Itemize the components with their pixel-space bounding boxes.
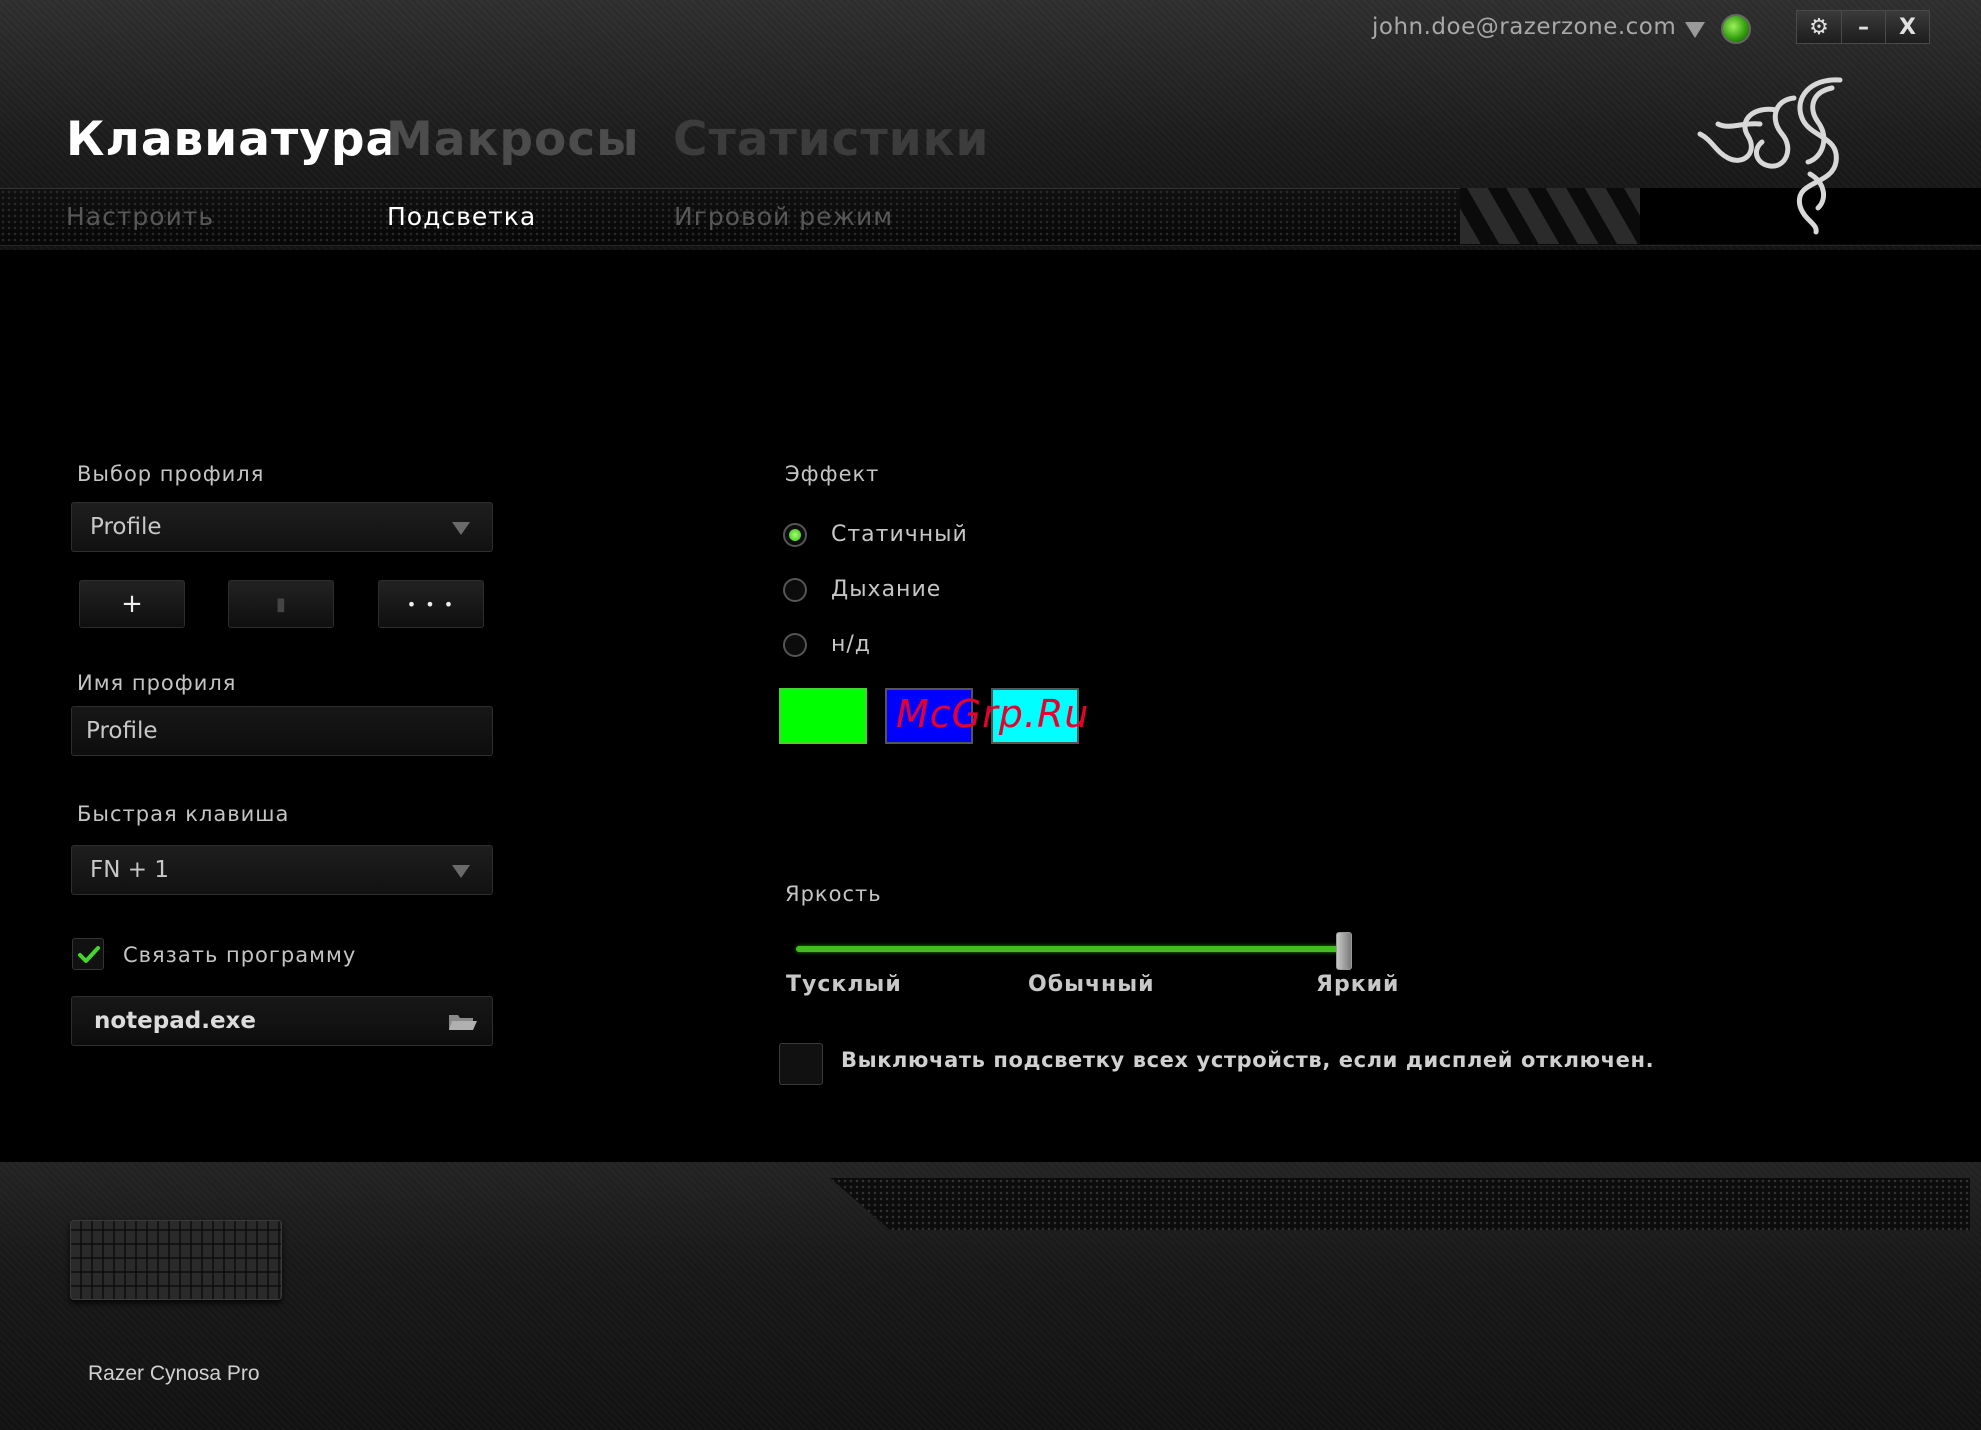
radio-icon[interactable] [783, 632, 807, 657]
link-program-label[interactable]: Связать программу [123, 943, 356, 967]
tab-keyboard[interactable]: Клавиатура [66, 112, 398, 167]
effect-option-label: н/д [831, 632, 872, 657]
checkmark-icon [78, 946, 100, 963]
more-options-button[interactable]: • • • [378, 580, 484, 628]
brightness-tick-bright: Яркий [1316, 972, 1400, 997]
effect-label: Эффект [785, 462, 880, 486]
account-dropdown-icon[interactable] [1685, 22, 1705, 38]
chevron-down-icon [452, 522, 470, 535]
display-off-label[interactable]: Выключать подсветку всех устройств, если… [841, 1048, 1654, 1072]
online-status-icon[interactable] [1721, 14, 1751, 44]
subtab-gaming-mode[interactable]: Игровой режим [674, 202, 893, 231]
tab-statistics[interactable]: Статистики [673, 112, 990, 167]
hotkey-select[interactable]: FN + 1 [71, 845, 493, 895]
color-swatch-green[interactable] [779, 688, 867, 744]
radio-selected-icon[interactable] [783, 522, 807, 547]
profile-select-label: Выбор профиля [77, 462, 265, 486]
profile-name-input[interactable]: Profile [71, 706, 493, 756]
subtab-customize[interactable]: Настроить [66, 202, 214, 231]
subtab-lighting[interactable]: Подсветка [387, 202, 536, 231]
keyboard-device-thumbnail[interactable] [70, 1220, 282, 1300]
program-path-input[interactable]: notepad.exe [71, 996, 493, 1046]
tab-macros[interactable]: Макросы [386, 112, 640, 167]
display-off-checkbox[interactable] [779, 1043, 823, 1085]
window-controls: ⚙ – X [1796, 10, 1930, 44]
profile-select[interactable]: Profile [71, 502, 493, 552]
delete-profile-button[interactable]: ▮ [228, 580, 334, 628]
profile-select-value: Profile [90, 514, 162, 540]
brightness-tick-normal: Обычный [1028, 972, 1155, 997]
brightness-slider-track[interactable] [796, 946, 1346, 952]
effect-option-label: Статичный [831, 522, 968, 547]
program-path-value: notepad.exe [94, 1008, 256, 1034]
settings-button[interactable]: ⚙ [1797, 11, 1841, 43]
profile-name-label: Имя профиля [77, 671, 237, 695]
close-button[interactable]: X [1885, 11, 1929, 43]
footer-strip-decoration [830, 1178, 1970, 1230]
minimize-button[interactable]: – [1841, 11, 1885, 43]
header-stripes-decoration [1460, 188, 1660, 244]
brightness-label: Яркость [785, 882, 882, 906]
device-name[interactable]: Razer Cynosa Pro [88, 1362, 260, 1386]
radio-icon[interactable] [783, 577, 807, 602]
effect-option-static[interactable]: Статичный [783, 522, 968, 547]
effect-option-breathing[interactable]: Дыхание [783, 577, 941, 602]
link-program-checkbox[interactable] [72, 938, 104, 970]
chevron-down-icon [452, 865, 470, 878]
hotkey-select-value: FN + 1 [90, 857, 169, 883]
razer-logo-icon [1697, 77, 1843, 235]
add-profile-button[interactable]: + [79, 580, 185, 628]
effect-option-na[interactable]: н/д [783, 632, 871, 657]
folder-icon[interactable] [448, 1012, 478, 1032]
brightness-slider-handle[interactable] [1336, 932, 1352, 970]
watermark-text: McGrp.Ru [896, 692, 1090, 736]
hotkey-label: Быстрая клавиша [77, 802, 290, 826]
brightness-tick-dim: Тусклый [786, 972, 902, 997]
effect-option-label: Дыхание [831, 577, 942, 602]
user-email[interactable]: john.doe@razerzone.com [1372, 14, 1676, 40]
synapse-window: Клавиатура Макросы Статистики Настроить … [0, 0, 1981, 1430]
